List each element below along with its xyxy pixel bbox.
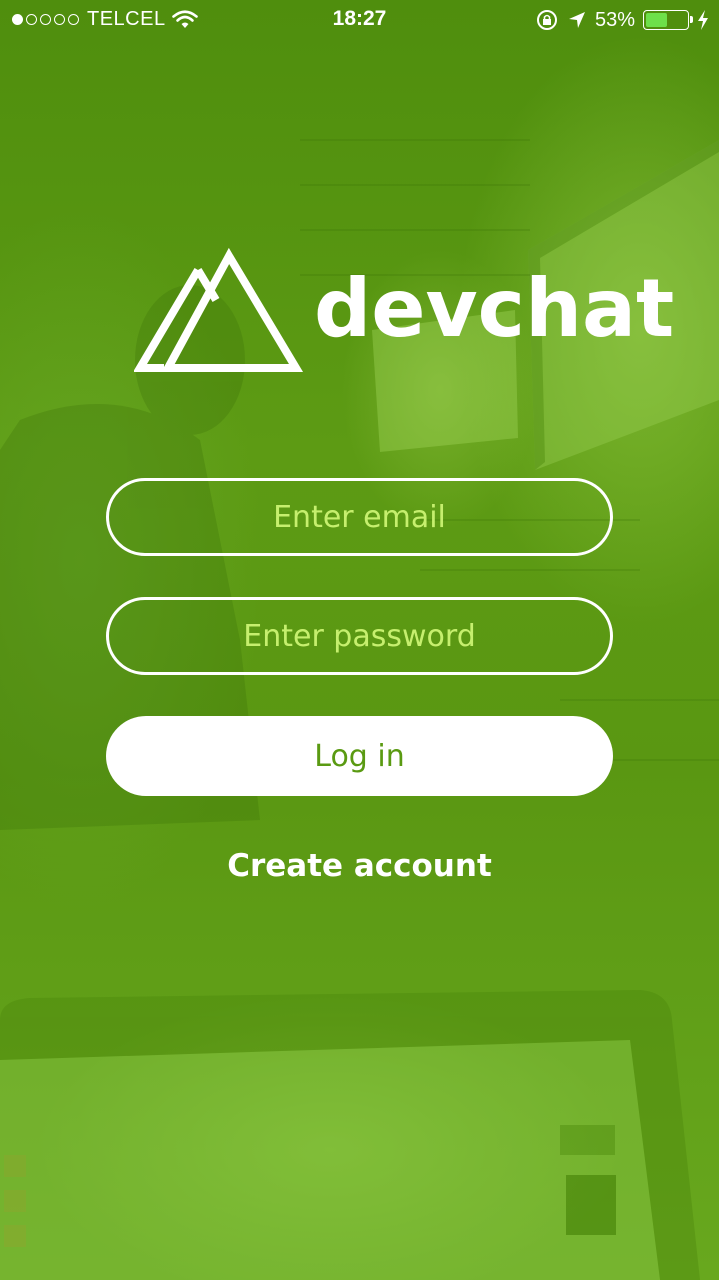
rotation-lock-icon [536,10,557,30]
location-arrow-icon [568,12,585,28]
mountain-logo-icon [134,247,304,372]
login-button[interactable]: Log in [106,716,613,796]
email-input[interactable] [106,478,613,556]
status-bar: TELCEL 18:27 53% [0,0,719,40]
create-account-link[interactable]: Create account [0,848,719,884]
password-input[interactable] [106,597,613,675]
battery-percent: 53% [594,8,635,31]
charging-bolt-icon [698,10,708,30]
app-logo: devchat [134,246,674,374]
status-right: 53% [535,8,709,32]
battery-fill [646,13,668,27]
battery-icon [643,10,693,30]
app-name: devchat [314,262,675,355]
